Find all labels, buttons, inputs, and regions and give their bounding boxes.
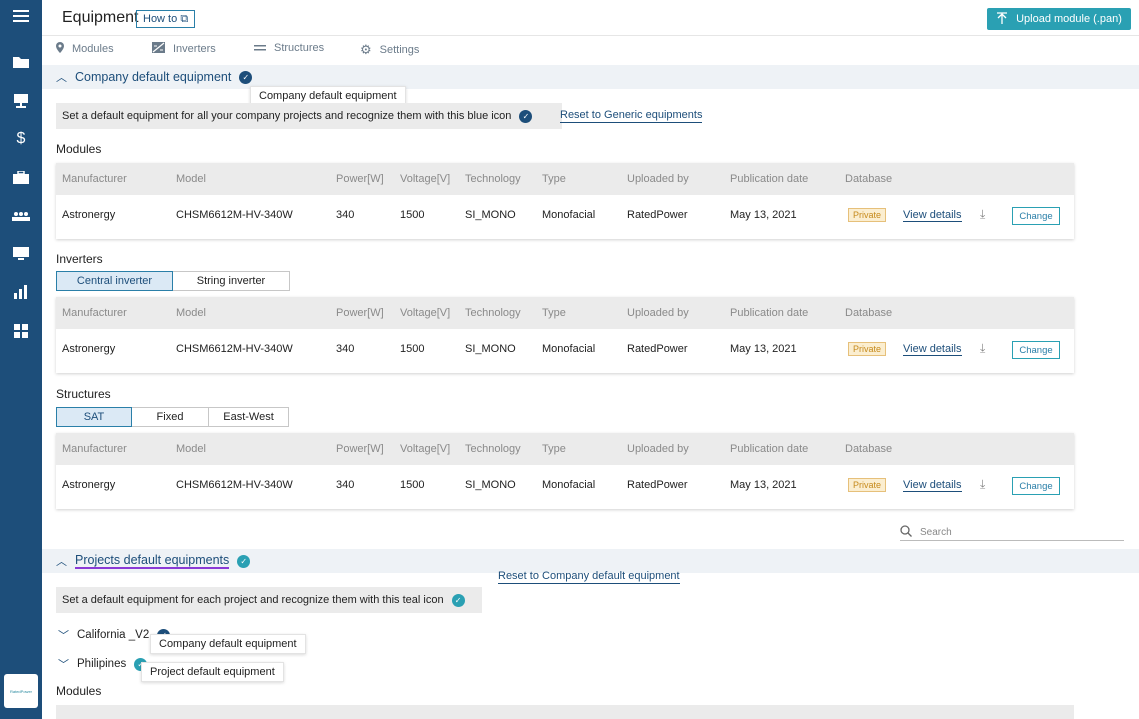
page-title: Equipment	[62, 9, 139, 26]
private-badge: Private	[848, 478, 887, 492]
view-details-link[interactable]: View details	[903, 479, 962, 492]
east-west-option[interactable]: East-West	[209, 407, 289, 427]
teal-check-icon: ✓	[451, 593, 465, 607]
structures-table: Manufacturer Model Power[W] Voltage[V] T…	[56, 433, 1074, 509]
table-header: Manufacturer Model Power[W] Voltage[V] T…	[56, 297, 1074, 329]
menu-icon[interactable]	[0, 3, 42, 29]
company-info-box: Set a default equipment for all your com…	[56, 103, 562, 129]
table-header: Manufacturer Model Power[W] Voltage[V] T…	[56, 433, 1074, 465]
blue-check-icon: ✓	[519, 109, 533, 123]
reset-company-link[interactable]: Reset to Company default equipment	[498, 570, 680, 584]
inverters-heading: Inverters	[56, 252, 103, 266]
table-header: Manufacturer Model Power[W] Voltage[V] T…	[56, 163, 1074, 195]
modules-table: Manufacturer Model Power[W] Voltage[V] T…	[56, 163, 1074, 239]
view-details-link[interactable]: View details	[903, 209, 962, 222]
presentation-icon[interactable]	[0, 88, 42, 114]
how-to-button[interactable]: How to ⧉	[136, 10, 196, 28]
inverter-type-toggle: Central inverter String inverter	[56, 271, 290, 291]
project-item-philipines[interactable]: ﹀ Philipines ✓	[58, 656, 148, 672]
download-icon[interactable]: ⤓	[980, 207, 985, 222]
search-icon	[900, 525, 912, 540]
blue-check-icon: ✓	[239, 70, 253, 84]
chevron-up-icon[interactable]: ︿	[56, 69, 67, 85]
chevron-down-icon[interactable]: ﹀	[58, 627, 69, 643]
search-input[interactable]: Search	[900, 525, 1124, 541]
users-icon[interactable]	[0, 203, 42, 229]
company-logo: RatedPower	[4, 674, 38, 708]
project-modules-table	[56, 705, 1074, 719]
chevron-up-icon[interactable]: ︿	[56, 553, 67, 569]
pin-icon	[56, 42, 64, 56]
project-default-tooltip: Project default equipment	[141, 662, 284, 682]
tab-inverters[interactable]: Inverters	[152, 42, 216, 56]
change-button[interactable]: Change	[1012, 341, 1060, 359]
projects-info-box: Set a default equipment for each project…	[56, 587, 482, 613]
page-header: Equipment How to ⧉ Upload module (.pan)	[42, 0, 1139, 36]
project-modules-heading: Modules	[56, 684, 102, 698]
grid-icon[interactable]	[0, 318, 42, 344]
sat-option[interactable]: SAT	[56, 407, 132, 427]
company-default-tooltip: Company default equipment	[150, 634, 306, 654]
sidebar: $ RatedPower	[0, 0, 42, 719]
change-button[interactable]: Change	[1012, 207, 1060, 225]
private-badge: Private	[848, 208, 887, 222]
download-icon[interactable]: ⤓	[980, 341, 985, 356]
table-header	[56, 705, 1074, 719]
upload-icon	[996, 11, 1008, 27]
folder-icon[interactable]	[0, 49, 42, 75]
inverters-table: Manufacturer Model Power[W] Voltage[V] T…	[56, 297, 1074, 373]
gear-icon: ⚙	[360, 42, 372, 57]
equals-icon	[254, 42, 266, 54]
fixed-option[interactable]: Fixed	[132, 407, 209, 427]
modules-heading: Modules	[56, 142, 102, 156]
reset-generic-link[interactable]: Reset to Generic equipments	[560, 109, 703, 123]
company-section-header[interactable]: ︿ Company default equipment ✓	[42, 65, 1139, 89]
change-button[interactable]: Change	[1012, 477, 1060, 495]
inverter-icon	[152, 42, 165, 56]
view-details-link[interactable]: View details	[903, 343, 962, 356]
string-inverter-option[interactable]: String inverter	[173, 271, 290, 291]
tab-modules[interactable]: Modules	[56, 42, 114, 56]
dollar-icon[interactable]: $	[0, 126, 42, 152]
external-link-icon: ⧉	[180, 13, 189, 25]
chevron-down-icon[interactable]: ﹀	[58, 656, 69, 672]
download-icon[interactable]: ⤓	[980, 477, 985, 492]
bar-chart-icon[interactable]	[0, 279, 42, 305]
central-inverter-option[interactable]: Central inverter	[56, 271, 173, 291]
briefcase-icon[interactable]	[0, 164, 42, 190]
teal-check-icon: ✓	[237, 554, 251, 568]
tab-structures[interactable]: Structures	[254, 42, 324, 54]
private-badge: Private	[848, 342, 887, 356]
equipment-tabs: Modules Inverters Structures ⚙ Settings	[42, 38, 1139, 64]
upload-module-button[interactable]: Upload module (.pan)	[987, 8, 1131, 30]
tab-settings[interactable]: ⚙ Settings	[360, 42, 419, 58]
structure-type-toggle: SAT Fixed East-West	[56, 407, 289, 427]
monitor-icon[interactable]	[0, 241, 42, 267]
structures-heading: Structures	[56, 387, 111, 401]
